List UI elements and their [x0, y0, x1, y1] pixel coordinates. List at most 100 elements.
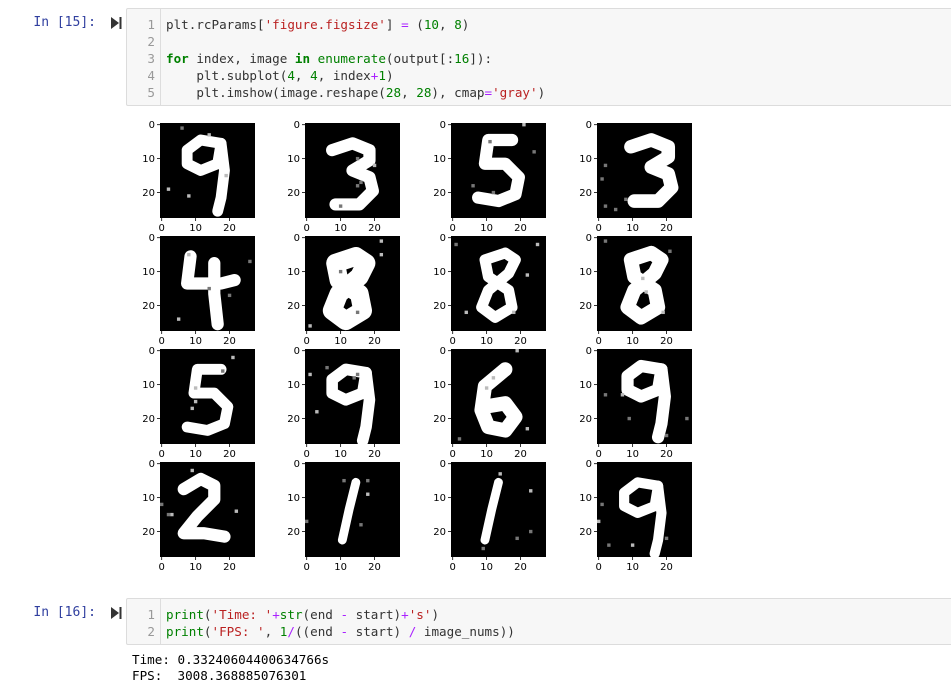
digit-panel-11: 0 0 10 10 20 20 [433, 346, 546, 460]
noise-pixel [630, 543, 635, 547]
y-tick-label: 0 [586, 233, 592, 244]
digit-stroke [651, 363, 671, 444]
noise-pixel [359, 523, 363, 527]
noise-pixel [529, 489, 533, 493]
y-tick-label: 0 [440, 120, 446, 131]
noise-pixel [308, 324, 312, 328]
noise-pixel [355, 372, 360, 377]
code-line[interactable]: 2 print('FPS: ', 1/((end - start) / image… [127, 623, 514, 640]
x-tick-label: 0 [159, 449, 165, 460]
y-tick-label: 20 [433, 527, 446, 538]
noise-pixel [529, 529, 533, 534]
digit-panel-8: 0 0 10 10 20 20 [579, 233, 692, 347]
noise-pixel [227, 293, 232, 298]
run-cell-icon[interactable] [110, 16, 122, 30]
x-tick-label: 0 [596, 562, 602, 573]
line-number: 3 [147, 51, 155, 66]
noise-pixel [603, 239, 608, 243]
x-tick-label: 10 [626, 562, 639, 573]
noise-pixel [234, 509, 239, 513]
noise-pixel [685, 416, 689, 421]
y-tick-label: 0 [294, 346, 300, 357]
y-tick-label: 10 [579, 380, 592, 391]
x-tick-label: 20 [660, 562, 673, 573]
digit-panel-10: 0 0 10 10 20 20 [287, 346, 400, 460]
x-tick-label: 0 [159, 336, 165, 347]
x-tick-label: 0 [450, 562, 456, 573]
x-tick-label: 10 [480, 449, 493, 460]
noise-pixel [613, 207, 618, 212]
noise-pixel [664, 433, 669, 438]
digit-panel-7: 0 0 10 10 20 20 [433, 233, 546, 347]
noise-pixel [515, 349, 519, 353]
x-tick-label: 10 [334, 223, 347, 234]
y-tick-label: 10 [287, 380, 300, 391]
x-tick-label: 20 [368, 449, 381, 460]
x-tick-label: 10 [480, 562, 493, 573]
x-tick-label: 20 [660, 336, 673, 347]
noise-pixel [668, 249, 672, 253]
y-tick-label: 10 [287, 267, 300, 278]
y-tick-label: 20 [287, 527, 300, 538]
run-cell-icon[interactable] [110, 606, 122, 620]
y-tick-label: 20 [579, 301, 592, 312]
noise-pixel [664, 536, 669, 541]
output-time: Time: 0.33240604400634766s [132, 652, 330, 667]
code-line[interactable]: 4 plt.subplot(4, 4, index+1) [127, 67, 393, 84]
x-tick-label: 10 [480, 336, 493, 347]
noise-pixel [372, 163, 377, 168]
noise-pixel [607, 543, 611, 547]
code-line[interactable]: 1 print('Time: '+str(end - start)+'s') [127, 606, 439, 623]
x-tick-label: 0 [304, 223, 310, 234]
x-tick-label: 0 [596, 449, 602, 460]
code-cell-16[interactable]: 1 print('Time: '+str(end - start)+'s') 2 pr… [126, 598, 951, 645]
y-tick-label: 10 [433, 154, 446, 165]
digit-panel-13: 0 0 10 10 20 20 [142, 459, 255, 573]
y-tick-label: 0 [440, 346, 446, 357]
y-tick-label: 0 [294, 120, 300, 131]
noise-pixel [355, 156, 360, 161]
x-tick-label: 0 [450, 223, 456, 234]
x-tick-label: 10 [480, 223, 493, 234]
y-tick-label: 0 [586, 459, 592, 470]
y-tick-label: 20 [579, 527, 592, 538]
noise-pixel [491, 190, 496, 195]
noise-pixel [352, 376, 356, 380]
noise-pixel [481, 546, 485, 551]
y-tick-label: 10 [579, 267, 592, 278]
x-tick-label: 20 [223, 336, 236, 347]
digit-panel-14: 0 0 10 10 20 20 [287, 459, 400, 573]
y-tick-label: 10 [433, 493, 446, 504]
y-tick-label: 0 [149, 459, 155, 470]
y-tick-label: 10 [142, 154, 155, 165]
x-tick-label: 0 [304, 449, 310, 460]
y-tick-label: 0 [440, 233, 446, 244]
noise-pixel [515, 536, 519, 541]
noise-pixel [488, 139, 492, 144]
image-background [451, 462, 546, 557]
noise-pixel [355, 184, 360, 188]
code-text: plt.subplot(4, 4, index+1) [166, 68, 394, 83]
code-line[interactable]: 1 plt.rcParams['figure.figsize'] = (10, 8… [127, 16, 469, 33]
noise-pixel [661, 310, 665, 315]
code-cell-15[interactable]: 1 plt.rcParams['figure.figsize'] = (10, 8… [126, 8, 951, 106]
y-tick-label: 0 [149, 233, 155, 244]
code-line[interactable]: 5 plt.imshow(image.reshape(28, 28), cmap… [127, 84, 545, 101]
line-number: 1 [147, 607, 155, 622]
x-tick-label: 0 [304, 336, 310, 347]
noise-pixel [464, 310, 468, 315]
code-line[interactable]: 3 for index, image in enumerate(output[:1… [127, 50, 492, 67]
noise-pixel [160, 502, 164, 507]
line-number: 1 [147, 17, 155, 32]
x-tick-label: 20 [368, 336, 381, 347]
noise-pixel [176, 317, 181, 321]
code-line[interactable]: 2 [127, 33, 155, 50]
line-number: 2 [147, 624, 155, 639]
noise-pixel [342, 478, 346, 483]
noise-pixel [308, 372, 312, 377]
x-tick-label: 0 [450, 336, 456, 347]
noise-pixel [627, 416, 631, 421]
noise-pixel [366, 492, 370, 496]
digit-panel-16: 0 0 10 10 20 20 [579, 459, 692, 573]
y-tick-label: 20 [142, 527, 155, 538]
